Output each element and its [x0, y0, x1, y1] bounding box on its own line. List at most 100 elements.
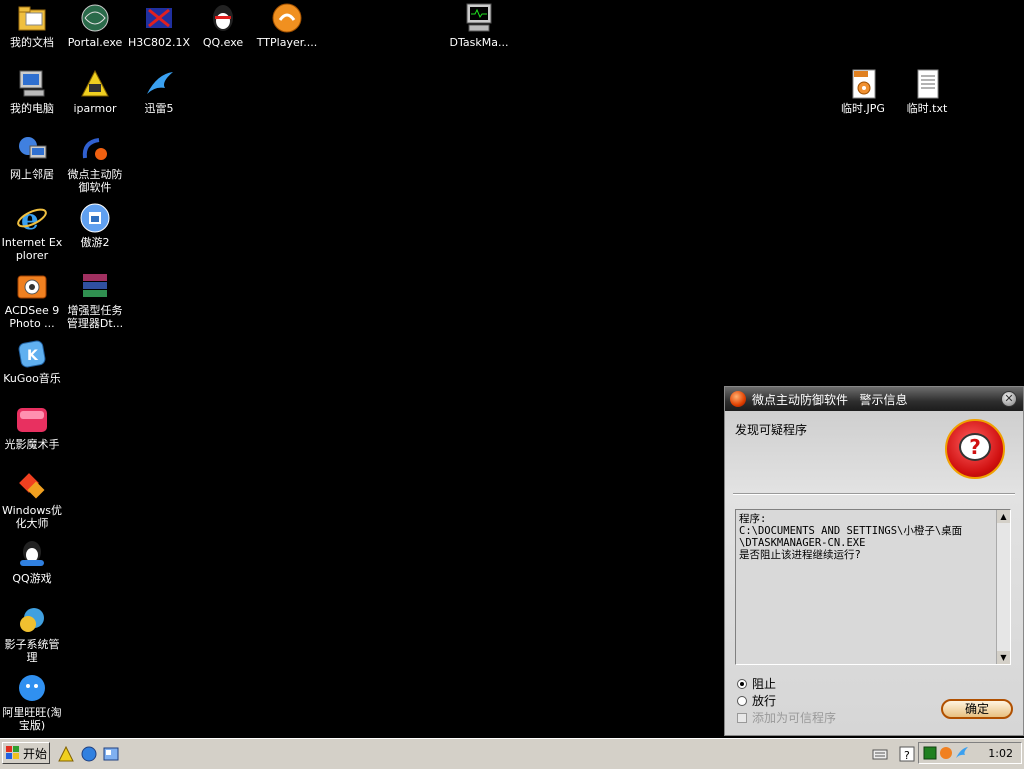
start-label: 开始	[23, 746, 48, 761]
close-button[interactable]: ✕	[1001, 391, 1017, 407]
desktop-icon-label: Portal.exe	[67, 36, 123, 49]
quicklaunch-warning-icon[interactable]	[58, 745, 74, 762]
desktop-icon-temp-jpg[interactable]: 临时.JPG	[831, 68, 895, 115]
radio-selected-icon[interactable]	[737, 678, 747, 689]
tray-keyboard-icon[interactable]	[872, 746, 888, 762]
message-scrollbar[interactable]: ▲ ▼	[996, 510, 1010, 664]
desktop-icon-maxthon[interactable]: 傲游2	[63, 202, 127, 249]
radio-block-label: 阻止	[752, 677, 777, 691]
desktop-icon-portal[interactable]: Portal.exe	[63, 2, 127, 49]
desktop-icon-photo-magic[interactable]: 光影魔术手	[0, 404, 64, 451]
desktop-icon-label: QQ游戏	[12, 572, 52, 585]
ttplayer-icon	[271, 2, 303, 34]
desktop-icon-aliwangwang[interactable]: 阿里旺旺(淘宝版)	[0, 672, 64, 732]
desktop-icon-label: QQ.exe	[202, 36, 244, 49]
scroll-down-arrow-icon[interactable]: ▼	[997, 651, 1010, 664]
checkbox-icon[interactable]	[737, 712, 747, 723]
desktop-icon-label: 我的电脑	[10, 102, 54, 115]
desktop-icon-my-computer[interactable]: 我的电脑	[0, 68, 64, 115]
maxthon-icon	[79, 202, 111, 234]
svg-text:K: K	[27, 348, 39, 364]
desktop-icon-windows-optimizer[interactable]: Windows优化大师	[0, 470, 64, 530]
desktop-icon-label: 光影魔术手	[4, 438, 60, 451]
clock[interactable]: 1:02	[988, 747, 1013, 760]
radio-allow-label: 放行	[752, 694, 777, 708]
dialog-title-bar[interactable]: 微点主动防御软件 警示信息 ✕	[725, 387, 1023, 411]
desktop-icon-label: Windows优化大师	[1, 504, 63, 530]
alert-dialog: 微点主动防御软件 警示信息 ✕ 发现可疑程序 ? 程序: C:\DOCUMENT…	[724, 386, 1024, 736]
camera-icon	[16, 270, 48, 302]
aliwangwang-icon	[16, 672, 48, 704]
shadow-system-icon	[16, 604, 48, 636]
desktop-icon-my-documents[interactable]: 我的文档	[0, 2, 64, 49]
desktop-icon-shadow-system[interactable]: 影子系统管理	[0, 604, 64, 664]
ok-button[interactable]: 确定	[941, 699, 1013, 719]
desktop-icon-label: 阿里旺旺(淘宝版)	[2, 706, 62, 732]
radio-allow[interactable]: 放行	[737, 692, 776, 709]
computer-monitor-icon	[463, 2, 495, 34]
folder-icon	[16, 2, 48, 34]
desktop-icon-label: KuGoo音乐	[3, 372, 61, 385]
iparmor-icon	[79, 68, 111, 100]
desktop-icon-label: DTaskMa...	[449, 36, 509, 49]
network-icon	[16, 134, 48, 166]
micropoint-icon	[79, 134, 111, 166]
svg-text:e: e	[21, 203, 39, 234]
desktop-icon-qq-game[interactable]: QQ游戏	[0, 538, 64, 585]
desktop-icon-label: Internet Explorer	[1, 236, 63, 262]
desktop-icon-iparmor[interactable]: iparmor	[63, 68, 127, 115]
tray-monitor-icon[interactable]	[923, 746, 939, 762]
windows-optimizer-icon	[16, 470, 48, 502]
desktop-icon-ie[interactable]: e Internet Explorer	[0, 202, 64, 262]
desktop-icon-label: 增强型任务管理器Dt...	[66, 304, 124, 330]
my-computer-icon	[16, 68, 48, 100]
h3c-icon	[143, 2, 175, 34]
desktop-icon-label: 迅雷5	[144, 102, 174, 115]
checkbox-trust-label: 添加为可信程序	[752, 711, 837, 725]
xunlei-bird-icon	[143, 68, 175, 100]
desktop-icon-label: iparmor	[73, 102, 117, 115]
desktop-icon-h3c[interactable]: H3C802.1X	[127, 2, 191, 49]
quicklaunch-globe-icon[interactable]	[81, 746, 97, 762]
divider	[733, 493, 1015, 495]
dialog-heading: 发现可疑程序	[735, 423, 808, 437]
desktop-icon-micropoint[interactable]: 微点主动防御软件	[63, 134, 127, 194]
desktop-icon-ttplayer[interactable]: TTPlayer....	[255, 2, 319, 49]
jpg-file-icon	[847, 68, 879, 100]
question-bubble-icon: ?	[945, 419, 1005, 479]
desktop-icon-xunlei[interactable]: 迅雷5	[127, 68, 191, 115]
windows-logo-icon	[6, 746, 19, 759]
desktop-icon-kugoo[interactable]: K KuGoo音乐	[0, 338, 64, 385]
desktop-icon-dtaskmanager[interactable]: 增强型任务管理器Dt...	[63, 270, 127, 330]
ie-icon: e	[16, 202, 48, 236]
qq-game-icon	[16, 538, 48, 570]
winrar-books-icon	[79, 270, 111, 302]
tray-xunlei-icon[interactable]	[955, 746, 971, 762]
tray-help-icon[interactable]: ?	[899, 746, 915, 762]
checkbox-trust[interactable]: 添加为可信程序	[737, 709, 836, 726]
kugoo-icon: K	[16, 338, 48, 370]
desktop-icon-label: 微点主动防御软件	[67, 168, 123, 194]
desktop-icon-label: TTPlayer....	[256, 36, 318, 49]
radio-block[interactable]: 阻止	[737, 675, 776, 692]
tray-micropoint-icon[interactable]	[939, 746, 955, 762]
system-tray: 1:02	[918, 742, 1022, 764]
svg-text:?: ?	[904, 749, 910, 762]
desktop-icon-dtaskma[interactable]: DTaskMa...	[447, 2, 511, 49]
desktop-icon-label: 我的文档	[10, 36, 54, 49]
scroll-up-arrow-icon[interactable]: ▲	[997, 510, 1010, 523]
desktop-icon-network[interactable]: 网上邻居	[0, 134, 64, 181]
desktop-icon-label: 临时.txt	[906, 102, 948, 115]
globe-icon	[79, 2, 111, 34]
radio-unselected-icon[interactable]	[737, 695, 747, 706]
desktop-icon-temp-txt[interactable]: 临时.txt	[895, 68, 959, 115]
desktop-icon-label: ACDSee 9 Photo ...	[4, 304, 60, 330]
desktop-icon-label: 临时.JPG	[841, 102, 885, 115]
message-box[interactable]: 程序: C:\DOCUMENTS AND SETTINGS\小橙子\桌面 \DT…	[735, 509, 1011, 665]
desktop-icon-label: 影子系统管理	[4, 638, 60, 664]
quicklaunch-desktop-icon[interactable]	[103, 746, 119, 762]
micropoint-logo-icon	[730, 391, 746, 407]
desktop-icon-qq[interactable]: QQ.exe	[191, 2, 255, 49]
desktop-icon-acdsee[interactable]: ACDSee 9 Photo ...	[0, 270, 64, 330]
start-button[interactable]: 开始	[2, 742, 50, 764]
